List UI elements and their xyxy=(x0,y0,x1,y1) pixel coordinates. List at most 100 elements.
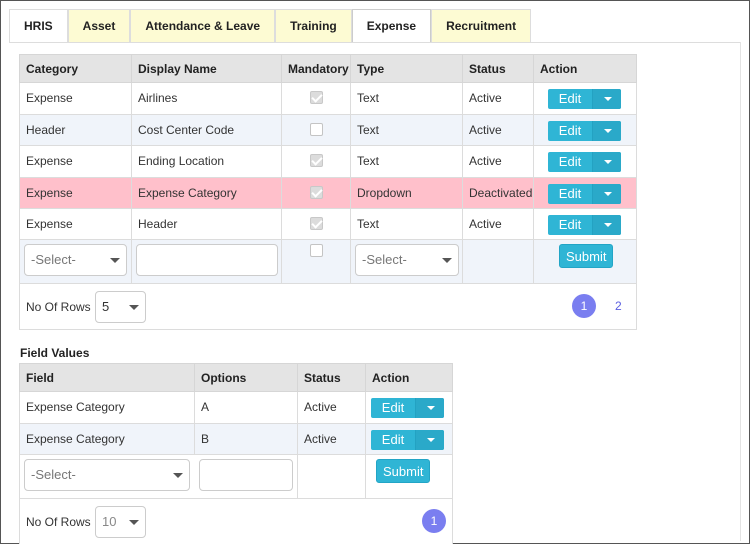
mandatory-checkbox[interactable] xyxy=(309,217,323,230)
caret-down-icon[interactable] xyxy=(592,89,621,109)
edit-button[interactable]: Edit xyxy=(371,430,444,450)
edit-label: Edit xyxy=(558,91,582,106)
caret-down-icon[interactable] xyxy=(592,152,621,172)
cell-option: A xyxy=(194,391,298,424)
rows-per-page-label: No Of Rows : xyxy=(26,515,98,529)
mandatory-checkbox[interactable] xyxy=(309,123,323,136)
col-header-options[interactable]: Options xyxy=(194,363,298,392)
edit-label: Edit xyxy=(558,186,582,201)
cell-status: Deactivated xyxy=(462,177,534,209)
cell-type: Text xyxy=(350,208,463,240)
cell-display-name: Ending Location xyxy=(131,145,282,178)
cell-type: Text xyxy=(350,114,463,146)
cell-status: Active xyxy=(462,82,534,115)
pagination-row: No Of Rows : 5 1 2 xyxy=(19,283,637,330)
edit-label: Edit xyxy=(381,432,405,447)
tab-expense[interactable]: Expense xyxy=(351,9,432,43)
tab-training[interactable]: Training xyxy=(275,9,352,43)
new-value-row: -Select- Submit xyxy=(19,454,453,499)
cell-status: Active xyxy=(462,208,534,240)
tab-recruitment[interactable]: Recruitment xyxy=(431,9,532,43)
col-header-mandatory[interactable]: Mandatory xyxy=(281,54,351,83)
mandatory-checkbox[interactable] xyxy=(309,186,323,199)
submit-button[interactable]: Submit xyxy=(376,459,431,483)
edit-button[interactable]: Edit xyxy=(548,184,621,204)
cell-category: Expense xyxy=(19,82,132,115)
cell-type: Text xyxy=(350,145,463,178)
mandatory-checkbox[interactable] xyxy=(309,91,323,104)
cell-category: Expense xyxy=(19,145,132,178)
tab-divider xyxy=(9,42,741,43)
cell-status: Active xyxy=(462,145,534,178)
edit-label: Edit xyxy=(558,154,582,169)
option-input[interactable] xyxy=(198,459,293,491)
col-header-category[interactable]: Category xyxy=(19,54,132,83)
field-values-title: Field Values xyxy=(20,346,90,360)
mandatory-checkbox[interactable] xyxy=(309,154,323,167)
table-row: Expense Category A Active Edit xyxy=(19,391,453,424)
page-1-button[interactable]: 1 xyxy=(572,294,596,318)
caret-down-icon[interactable] xyxy=(592,121,621,141)
edit-button[interactable]: Edit xyxy=(548,152,621,172)
rows-per-page-select[interactable]: 5 xyxy=(95,291,146,323)
panel-border xyxy=(740,42,741,541)
display-name-input[interactable] xyxy=(136,244,278,276)
type-select[interactable]: -Select- xyxy=(355,244,459,276)
caret-down-icon[interactable] xyxy=(592,184,621,204)
page-1-button[interactable]: 1 xyxy=(422,509,446,533)
cell-status: Active xyxy=(297,391,366,424)
col-header-display-name[interactable]: Display Name xyxy=(131,54,282,83)
col-header-type[interactable]: Type xyxy=(350,54,463,83)
app-frame: HRIS Asset Attendance & Leave Training E… xyxy=(0,0,750,544)
cell-display-name: Header xyxy=(131,208,282,240)
edit-button[interactable]: Edit xyxy=(548,89,621,109)
table-row: Expense Header Text Active Edit xyxy=(19,208,637,240)
fields-table: Category Display Name Mandatory Type Sta… xyxy=(19,54,637,330)
category-select[interactable]: -Select- xyxy=(24,244,127,276)
cell-display-name: Cost Center Code xyxy=(131,114,282,146)
caret-down-icon[interactable] xyxy=(592,215,621,235)
tab-asset[interactable]: Asset xyxy=(67,9,131,43)
cell-display-name: Airlines xyxy=(131,82,282,115)
module-tabs: HRIS Asset Attendance & Leave Training E… xyxy=(9,9,532,43)
col-header-status[interactable]: Status xyxy=(297,363,366,392)
caret-down-icon[interactable] xyxy=(415,430,444,450)
col-header-action: Action xyxy=(365,363,453,392)
tab-hris[interactable]: HRIS xyxy=(9,9,68,43)
table-row: Expense Expense Category Dropdown Deacti… xyxy=(19,177,637,209)
cell-type: Dropdown xyxy=(350,177,463,209)
tab-attendance-leave[interactable]: Attendance & Leave xyxy=(130,9,276,43)
cell-option: B xyxy=(194,423,298,455)
table-row: Expense Category B Active Edit xyxy=(19,423,453,455)
cell-display-name: Expense Category xyxy=(131,177,282,209)
col-header-status[interactable]: Status xyxy=(462,54,534,83)
cell-status: Active xyxy=(462,114,534,146)
cell-category: Header xyxy=(19,114,132,146)
edit-button[interactable]: Edit xyxy=(548,121,621,141)
edit-button[interactable]: Edit xyxy=(548,215,621,235)
edit-label: Edit xyxy=(381,400,405,415)
cell-status: Active xyxy=(297,423,366,455)
table-row: Expense Airlines Text Active Edit xyxy=(19,82,637,115)
mandatory-checkbox-new[interactable] xyxy=(309,244,323,257)
caret-down-icon[interactable] xyxy=(415,398,444,418)
field-select[interactable]: -Select- xyxy=(24,459,190,491)
new-field-row: -Select- -Select- Submit xyxy=(19,239,637,284)
cell-field: Expense Category xyxy=(19,423,195,455)
rows-per-page-select[interactable]: 10 xyxy=(95,506,146,538)
cell-category: Expense xyxy=(19,208,132,240)
table-row: Expense Ending Location Text Active Edit xyxy=(19,145,637,178)
submit-button[interactable]: Submit xyxy=(559,244,614,268)
page-2-link[interactable]: 2 xyxy=(615,299,622,313)
col-header-field[interactable]: Field xyxy=(19,363,195,392)
table-row: Header Cost Center Code Text Active Edit xyxy=(19,114,637,146)
edit-label: Edit xyxy=(558,217,582,232)
cell-field: Expense Category xyxy=(19,391,195,424)
col-header-action: Action xyxy=(533,54,637,83)
cell-type: Text xyxy=(350,82,463,115)
edit-label: Edit xyxy=(558,123,582,138)
rows-per-page-label: No Of Rows : xyxy=(26,300,98,314)
pagination-row: No Of Rows : 10 1 xyxy=(19,498,453,544)
edit-button[interactable]: Edit xyxy=(371,398,444,418)
cell-category: Expense xyxy=(19,177,132,209)
